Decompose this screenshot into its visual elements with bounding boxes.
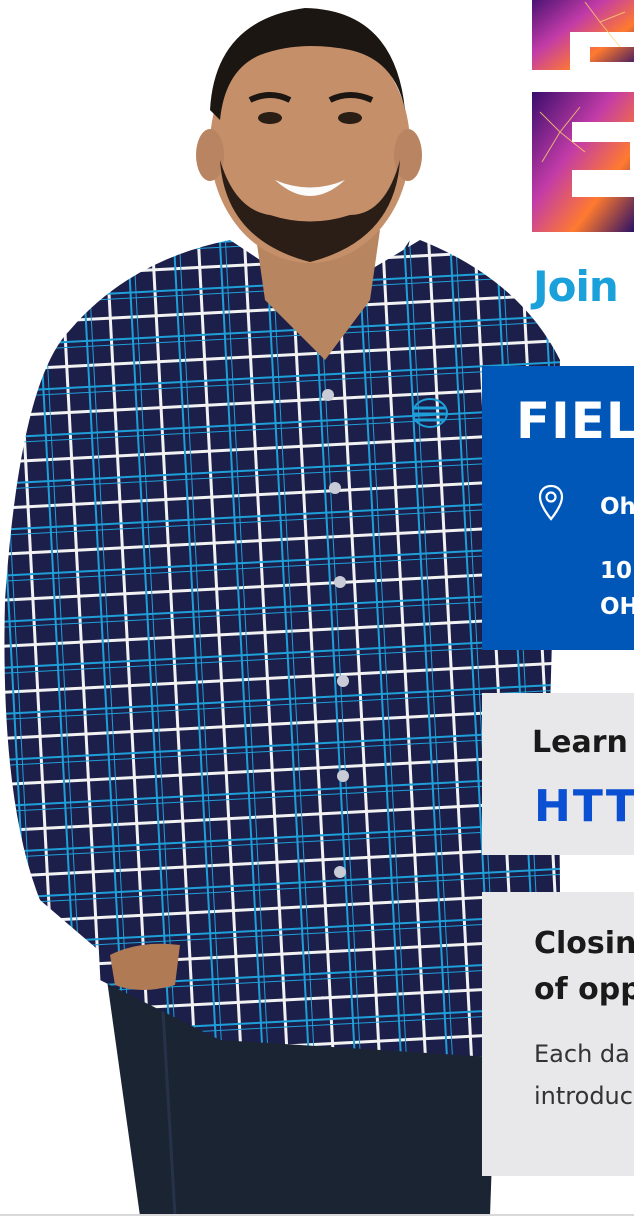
- closing-heading-line1: Closin: [534, 926, 634, 961]
- event-location: Oh: [600, 494, 634, 520]
- headline-fireworks: [530, 0, 634, 242]
- learn-more-card: Learn HTTI: [482, 693, 634, 855]
- map-pin-icon: [538, 484, 564, 521]
- subhead-text: Join: [533, 262, 619, 311]
- learn-label: Learn: [532, 725, 628, 760]
- learn-more-link[interactable]: HTTI: [534, 781, 634, 832]
- event-address-line2: OH: [600, 594, 634, 620]
- event-card: FIEL Oh 10 OH: [482, 366, 634, 650]
- closing-heading-line2: of opp: [534, 972, 634, 1007]
- event-title: FIEL: [516, 392, 634, 450]
- att-globe-icon: [412, 398, 448, 428]
- event-address-line1: 10: [600, 558, 633, 584]
- closing-body-line2: introduc: [534, 1082, 633, 1110]
- closing-body-line1: Each da: [534, 1040, 630, 1068]
- closing-card: Closin of opp Each da introduc: [482, 892, 634, 1176]
